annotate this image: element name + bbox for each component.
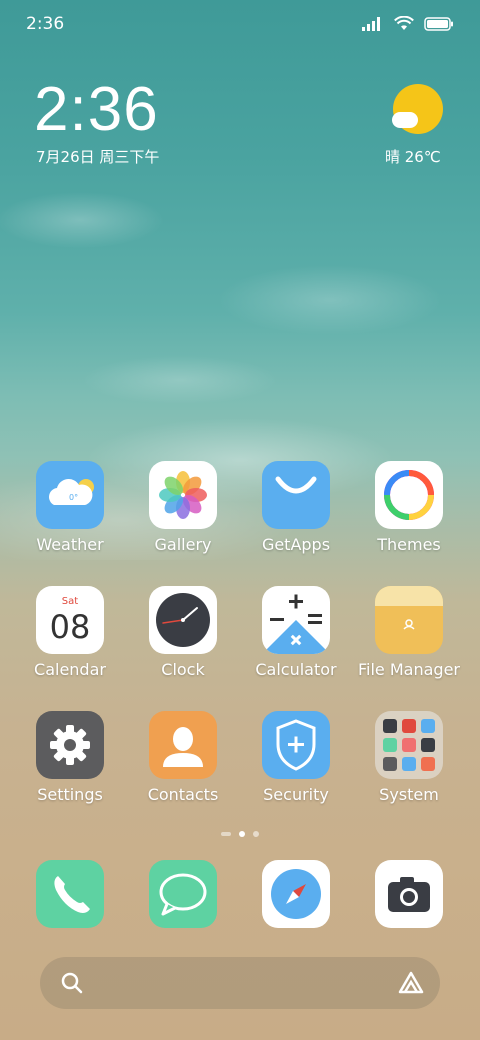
camera-icon [375, 860, 443, 928]
dock-phone[interactable] [14, 860, 126, 928]
weather-cloud-icon [392, 112, 418, 128]
app-label: Calculator [255, 660, 337, 679]
search-bar[interactable] [40, 957, 440, 1009]
app-settings[interactable]: Settings [14, 711, 126, 804]
app-weather[interactable]: 0° Weather [14, 461, 126, 554]
calendar-date: 08 [49, 608, 91, 646]
calculator-icon [262, 586, 330, 654]
folder-grid-icon [375, 711, 443, 779]
getapps-icon [262, 461, 330, 529]
app-clock[interactable]: Clock [127, 586, 239, 679]
page-dot[interactable] [253, 831, 259, 837]
themes-icon [375, 461, 443, 529]
dock-camera[interactable] [353, 860, 465, 928]
calendar-icon: Sat 08 [36, 586, 104, 654]
app-label: GetApps [261, 535, 331, 554]
widget-clock[interactable]: 2:36 [34, 74, 159, 145]
app-contacts[interactable]: Contacts [127, 711, 239, 804]
app-label: Clock [161, 660, 205, 679]
app-label: Security [263, 785, 329, 804]
battery-icon [424, 16, 453, 31]
app-label: System [379, 785, 439, 804]
gallery-icon [149, 461, 217, 529]
app-label: File Manager [358, 660, 460, 679]
app-label: Contacts [147, 785, 219, 804]
phone-icon [36, 860, 104, 928]
assistant-icon[interactable] [396, 970, 426, 996]
weather-icon: 0° [36, 461, 104, 529]
app-getapps[interactable]: GetApps [240, 461, 352, 554]
app-calendar[interactable]: Sat 08 Calendar [14, 586, 126, 679]
status-bar: 2:36 [0, 0, 480, 50]
folder-icon [375, 586, 443, 654]
search-icon[interactable] [59, 970, 85, 996]
messages-icon [149, 860, 217, 928]
page-dot-feed[interactable] [221, 832, 231, 836]
status-time: 2:36 [26, 14, 65, 34]
page-dot-active[interactable] [239, 831, 245, 837]
browser-compass-icon [262, 860, 330, 928]
app-label: Gallery [154, 535, 212, 554]
dock-browser[interactable] [240, 860, 352, 928]
app-themes[interactable]: Themes [353, 461, 465, 554]
app-gallery[interactable]: Gallery [127, 461, 239, 554]
dock-messages[interactable] [127, 860, 239, 928]
contact-icon [149, 711, 217, 779]
gear-icon [36, 711, 104, 779]
widget-weather[interactable]: 晴 26℃ [385, 146, 441, 167]
app-label: Calendar [34, 660, 106, 679]
shield-icon [262, 711, 330, 779]
status-icons [362, 16, 454, 31]
signal-icon [362, 16, 380, 31]
page-indicator [0, 831, 480, 837]
wifi-icon [394, 16, 414, 30]
app-calculator[interactable]: Calculator [240, 586, 352, 679]
app-security[interactable]: Security [240, 711, 352, 804]
app-label: Weather [36, 535, 104, 554]
app-file-manager[interactable]: File Manager [353, 586, 465, 679]
widget-date[interactable]: 7月26日 周三下午 [36, 146, 159, 167]
app-system-folder[interactable]: System [353, 711, 465, 804]
calendar-day: Sat [61, 596, 79, 607]
clock-icon [149, 586, 217, 654]
weather-temp: 0° [69, 493, 79, 502]
app-label: Themes [377, 535, 441, 554]
app-label: Settings [37, 785, 103, 804]
